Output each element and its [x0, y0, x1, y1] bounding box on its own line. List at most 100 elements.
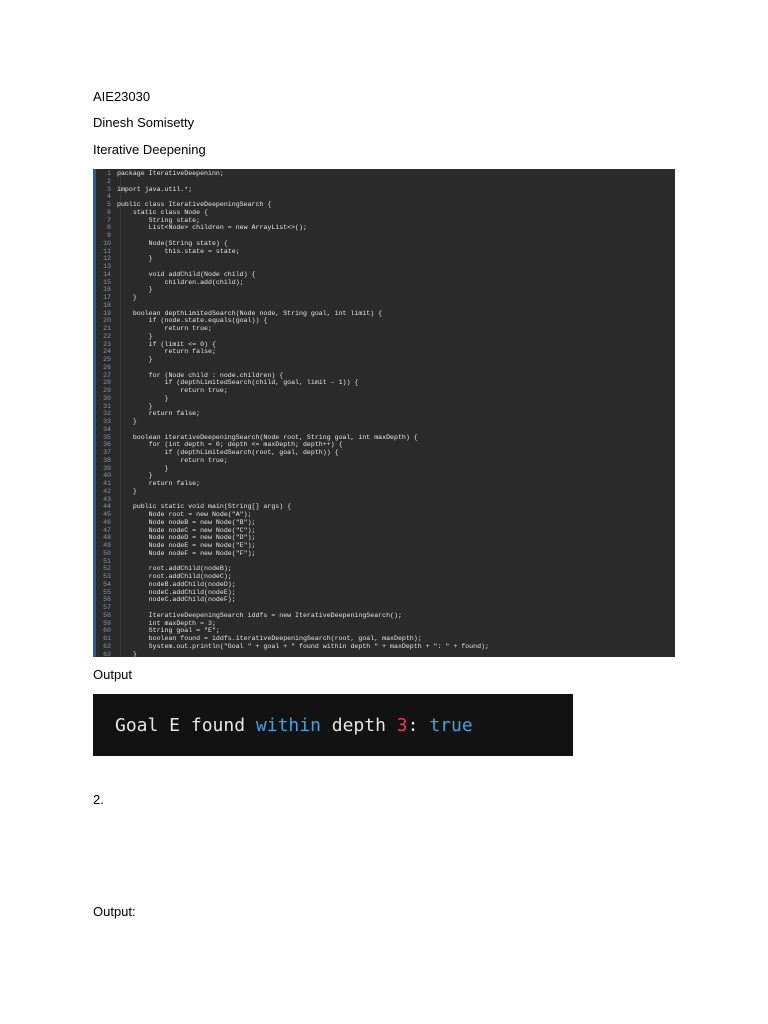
- code-text: Node nodeC = new Node("C");: [117, 526, 256, 534]
- console-output: Goal E found within depth 3: true: [115, 715, 473, 737]
- line-number: 4: [107, 193, 111, 201]
- line-number: 47: [103, 526, 111, 534]
- code-line: 12 }: [93, 255, 675, 263]
- code-line: 20 if (node.state.equals(goal)) {: [93, 317, 675, 325]
- code-line: 41 return false;: [93, 480, 675, 488]
- code-line: 19 boolean depthLimitedSearch(Node node,…: [93, 310, 675, 318]
- student-id: AIE23030: [93, 89, 151, 104]
- code-line: 29 return true;: [93, 387, 675, 395]
- line-number: 53: [103, 573, 111, 580]
- line-number: 10: [103, 239, 111, 247]
- line-number: 33: [103, 418, 111, 425]
- line-number: 60: [103, 627, 111, 635]
- output-text: Goal E found: [115, 715, 256, 736]
- output-boolean: true: [429, 715, 473, 736]
- code-line: 14 void addChild(Node child) {: [93, 271, 675, 279]
- code-line: 59 int maxDepth = 3;: [93, 620, 675, 628]
- code-text: root.addChild(nodeC);: [117, 573, 232, 580]
- code-text: return true;: [117, 325, 212, 332]
- code-line: 26: [93, 364, 675, 372]
- code-text: void addChild(Node child) {: [117, 270, 256, 278]
- code-text: if (depthLimitedSearch(child, goal, limi…: [117, 379, 359, 387]
- code-text: String goal = "E";: [117, 627, 220, 635]
- code-line: 10 Node(String state) {: [93, 240, 675, 248]
- code-text: }: [117, 472, 153, 480]
- author-name: Dinesh Somisetty: [93, 115, 195, 130]
- code-text: return true;: [117, 387, 228, 394]
- code-text: public static void main(String[] args) {: [117, 503, 292, 511]
- code-text: }: [117, 394, 169, 402]
- code-text: List<Node> children = new ArrayList<>();: [117, 224, 307, 232]
- code-text: }: [117, 356, 153, 363]
- line-number: 29: [103, 387, 111, 394]
- line-number: 44: [103, 503, 111, 511]
- code-text: }: [117, 418, 137, 425]
- section-number: 2.: [93, 792, 104, 807]
- code-text: }: [117, 487, 137, 495]
- line-number: 49: [103, 542, 111, 549]
- line-number: 6: [107, 208, 111, 216]
- code-line: 55 nodeC.addChild(nodeE);: [93, 589, 675, 597]
- code-line: 23 if (limit <= 0) {: [93, 341, 675, 349]
- line-number: 40: [103, 472, 111, 480]
- code-line: 2: [93, 178, 675, 186]
- line-number: 43: [103, 495, 111, 503]
- code-line: 48 Node nodeD = new Node("D");: [93, 534, 675, 542]
- code-line: 50 Node nodeF = new Node("F");: [93, 550, 675, 558]
- code-text: for (Node child : node.children) {: [117, 371, 284, 379]
- code-text: if (limit <= 0) {: [117, 340, 216, 348]
- line-number: 28: [103, 379, 111, 387]
- code-line: 25 }: [93, 356, 675, 364]
- line-number: 18: [103, 301, 111, 309]
- code-text: children.add(child);: [117, 278, 244, 286]
- code-text: for (int depth = 0; depth <= maxDepth; d…: [117, 441, 343, 449]
- line-number: 63: [103, 650, 111, 658]
- code-line: 1 package IterativeDeepeninn;: [93, 170, 675, 178]
- line-number: 58: [103, 611, 111, 619]
- line-number: 46: [103, 518, 111, 526]
- code-line: 11 this.state = state;: [93, 248, 675, 256]
- code-line: 21 return true;: [93, 325, 675, 333]
- code-text: Node nodeF = new Node("F");: [117, 549, 256, 557]
- line-number: 48: [103, 534, 111, 542]
- code-text: root.addChild(nodeB);: [117, 565, 232, 573]
- line-number: 17: [103, 294, 111, 301]
- code-line: 9: [93, 232, 675, 240]
- code-text: }: [117, 332, 153, 340]
- line-number: 2: [107, 177, 111, 185]
- line-number: 57: [103, 604, 111, 611]
- code-text: nodeC.addChild(nodeF);: [117, 596, 236, 604]
- line-number: 3: [107, 185, 111, 193]
- code-line: 33 }: [93, 418, 675, 426]
- line-number: 38: [103, 456, 111, 464]
- code-text: boolean found = iddfs.iterativeDeepening…: [117, 635, 422, 642]
- line-number: 14: [103, 270, 111, 278]
- code-line: 32 return false;: [93, 410, 675, 418]
- line-number: 37: [103, 449, 111, 456]
- code-text: }: [117, 650, 137, 658]
- line-number: 11: [103, 247, 111, 255]
- output-text: depth: [320, 715, 397, 736]
- code-line: 40 }: [93, 472, 675, 480]
- code-text: if (depthLimitedSearch(root, goal, depth…: [117, 449, 339, 456]
- line-number: 39: [103, 464, 111, 472]
- line-number: 24: [103, 348, 111, 356]
- line-number: 5: [107, 201, 111, 208]
- code-line: 61 boolean found = iddfs.iterativeDeepen…: [93, 635, 675, 643]
- code-line: 62 System.out.println("Goal " + goal + "…: [93, 643, 675, 651]
- code-line: 37 if (depthLimitedSearch(root, goal, de…: [93, 449, 675, 457]
- code-text: IterativeDeepeningSearch iddfs = new Ite…: [117, 611, 402, 619]
- code-line: 27 for (Node child : node.children) {: [93, 372, 675, 380]
- line-number: 21: [103, 325, 111, 332]
- code-line: 4: [93, 193, 675, 201]
- code-text: if (node.state.equals(goal)) {: [117, 317, 268, 325]
- code-text: return false;: [117, 410, 201, 418]
- line-number: 15: [103, 278, 111, 286]
- code-text: return false;: [117, 348, 216, 356]
- code-line: 52 root.addChild(nodeB);: [93, 565, 675, 573]
- code-line: 7 String state;: [93, 217, 675, 225]
- line-number: 31: [103, 402, 111, 410]
- line-number: 61: [103, 635, 111, 642]
- line-number: 56: [103, 596, 111, 604]
- output-number: 3: [396, 715, 408, 736]
